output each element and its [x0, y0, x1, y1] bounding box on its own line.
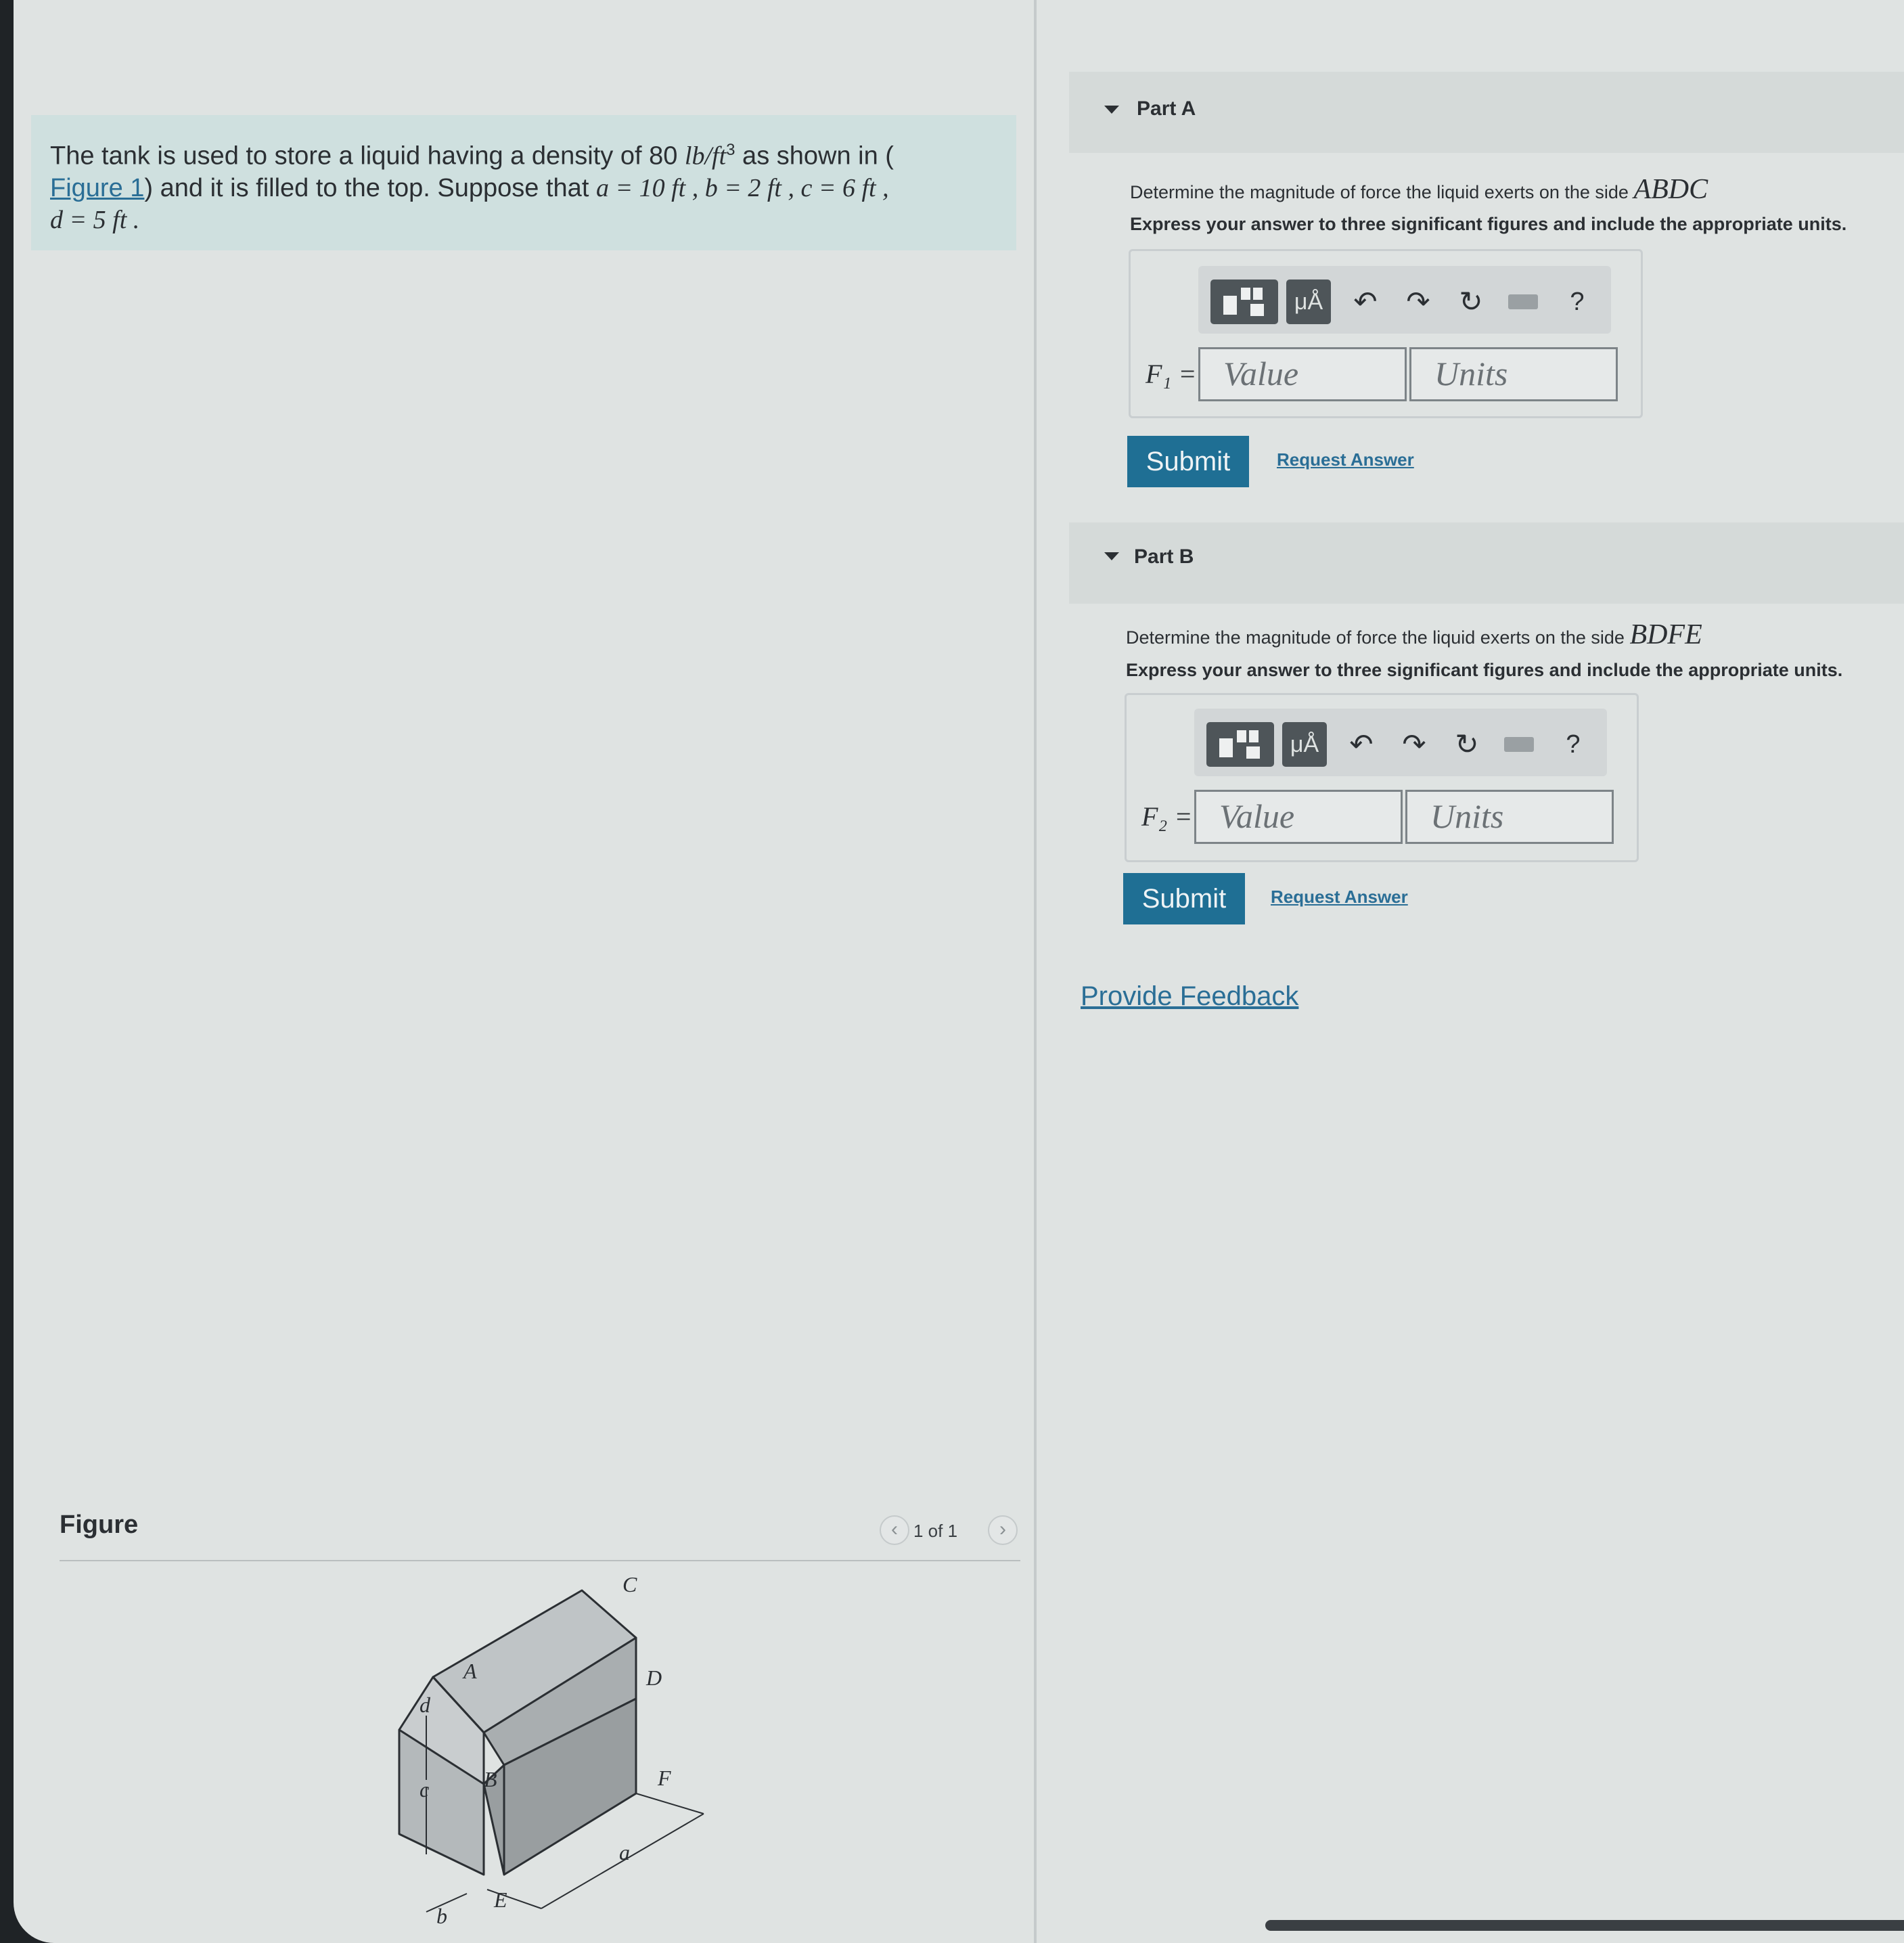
part-b-submit-button[interactable]: Submit	[1123, 873, 1245, 924]
templates-icon[interactable]	[1210, 280, 1278, 324]
part-a-units-input[interactable]: Units	[1409, 347, 1618, 401]
collapse-caret-icon	[1104, 552, 1119, 560]
part-a-side: ABDC	[1633, 174, 1708, 205]
figure-title: Figure	[60, 1511, 139, 1539]
part-a-question: Determine the magnitude of force the liq…	[1130, 173, 1708, 206]
density-exponent: 3	[726, 141, 735, 159]
part-a-equation-label: F₁ =	[1146, 359, 1197, 389]
keyboard-icon[interactable]	[1502, 722, 1536, 767]
problem-text-1: The tank is used to store a liquid havin…	[50, 141, 685, 171]
given-values-2: d = 5 ft .	[50, 205, 140, 234]
part-a-header[interactable]: Part A	[1069, 72, 1904, 153]
redo-icon[interactable]: ↷	[1397, 722, 1431, 767]
label-F: F	[657, 1766, 671, 1790]
label-E: E	[493, 1888, 507, 1912]
units-icon[interactable]: μÅ	[1282, 722, 1327, 767]
reset-icon[interactable]: ↻	[1454, 280, 1488, 324]
keyboard-icon[interactable]	[1506, 280, 1540, 324]
part-a-request-answer-link[interactable]: Request Answer	[1277, 449, 1414, 470]
units-icon[interactable]: μÅ	[1286, 280, 1331, 324]
redo-icon[interactable]: ↷	[1401, 280, 1435, 324]
figure-divider	[60, 1560, 1020, 1561]
previous-figure-button[interactable]: ‹	[880, 1515, 909, 1545]
figure-pager: 1 of 1	[913, 1521, 958, 1541]
problem-statement: The tank is used to store a liquid havin…	[31, 115, 1016, 250]
part-a-answer-box: μÅ ↶ ↷ ↻ ? F₁ = Value Units	[1129, 249, 1643, 418]
label-d: d	[420, 1693, 431, 1717]
undo-icon[interactable]: ↶	[1348, 280, 1382, 324]
part-b-side: BDFE	[1629, 619, 1702, 650]
part-a-label: Part A	[1137, 97, 1196, 120]
tank-drawing	[398, 1589, 637, 1876]
part-a-toolbar: μÅ ↶ ↷ ↻ ?	[1198, 266, 1611, 334]
label-D: D	[645, 1666, 662, 1690]
part-b-question-text: Determine the magnitude of force the liq…	[1126, 627, 1630, 648]
part-a-instruction: Express your answer to three significant…	[1130, 214, 1847, 234]
help-icon[interactable]: ?	[1560, 280, 1594, 324]
label-B: B	[484, 1767, 497, 1791]
part-b-units-input[interactable]: Units	[1405, 790, 1614, 844]
label-A: A	[462, 1659, 477, 1683]
provide-feedback-link[interactable]: Provide Feedback	[1081, 981, 1298, 1012]
figure-link[interactable]: Figure 1	[50, 174, 144, 202]
part-a-question-text: Determine the magnitude of force the liq…	[1130, 182, 1634, 202]
problem-text-3: ) and it is filled to the top. Suppose t…	[144, 173, 596, 202]
label-b: b	[436, 1904, 447, 1928]
part-b-toolbar: μÅ ↶ ↷ ↻ ?	[1194, 709, 1607, 776]
part-b-label: Part B	[1134, 545, 1194, 568]
next-figure-button[interactable]: ›	[988, 1515, 1018, 1545]
horizontal-scrollbar[interactable]	[1265, 1920, 1904, 1931]
tank-figure: C A D d B c F a E b	[398, 1572, 704, 1928]
collapse-caret-icon	[1104, 106, 1119, 114]
part-b-request-answer-link[interactable]: Request Answer	[1271, 887, 1408, 908]
problem-text-2: as shown in (	[735, 141, 894, 171]
part-b-header[interactable]: Part B	[1069, 522, 1904, 604]
part-b-equation-label: F₂ =	[1141, 801, 1193, 832]
given-values-1: a = 10 ft , b = 2 ft , c = 6 ft ,	[595, 173, 889, 202]
part-a-submit-button[interactable]: Submit	[1127, 436, 1249, 487]
part-b-question: Determine the magnitude of force the liq…	[1126, 619, 1702, 651]
reset-icon[interactable]: ↻	[1450, 722, 1484, 767]
density-unit: lb/ft	[684, 141, 727, 171]
part-b-answer-box: μÅ ↶ ↷ ↻ ? F₂ = Value Units	[1125, 693, 1639, 862]
undo-icon[interactable]: ↶	[1344, 722, 1378, 767]
help-icon[interactable]: ?	[1556, 722, 1590, 767]
column-divider	[1034, 0, 1037, 1943]
screen: The tank is used to store a liquid havin…	[14, 0, 1904, 1943]
label-a: a	[619, 1840, 630, 1864]
part-a-value-input[interactable]: Value	[1198, 347, 1407, 401]
templates-icon[interactable]	[1206, 722, 1274, 767]
label-c: c	[420, 1777, 429, 1802]
label-C: C	[622, 1572, 637, 1596]
part-b-value-input[interactable]: Value	[1194, 790, 1403, 844]
part-b-instruction: Express your answer to three significant…	[1126, 660, 1843, 680]
